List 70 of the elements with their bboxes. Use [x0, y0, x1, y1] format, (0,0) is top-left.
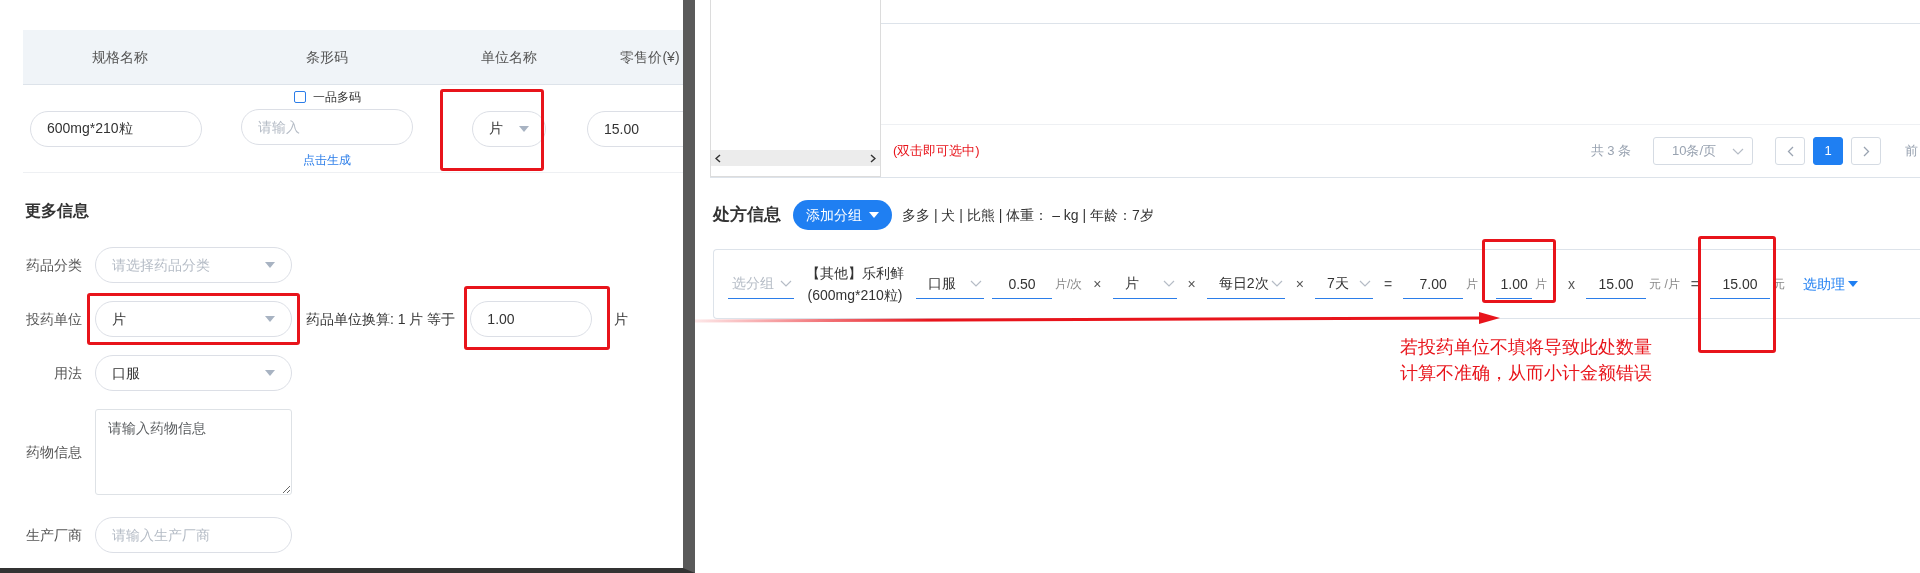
select-field[interactable]: 每日2次 [1206, 269, 1285, 299]
caret-icon [265, 370, 275, 376]
input-field[interactable]: 0.50 [992, 269, 1052, 299]
unit-label: 片 [1535, 276, 1548, 293]
unit-label: 片 [614, 309, 629, 329]
chevron-down-icon [1270, 280, 1283, 287]
input-field[interactable]: 请输入 [241, 109, 413, 146]
operator-sign: × [1295, 274, 1304, 294]
chevron-right-icon [1862, 145, 1870, 157]
select-field[interactable]: 7天 [1314, 269, 1373, 299]
input-field[interactable]: 1.00 [470, 301, 593, 337]
caret-icon [265, 316, 275, 322]
caret-icon [869, 212, 879, 218]
assistant-dropdown-link[interactable]: 选助理 [1802, 273, 1859, 295]
caret-icon [518, 125, 529, 132]
total-count: 共 3 条 [1590, 142, 1631, 161]
chevron-down-icon [1162, 280, 1175, 287]
input-field[interactable]: 15.00 [1586, 269, 1647, 299]
chevron-down-icon [780, 280, 792, 287]
input-field[interactable]: 请输入生产厂商 [95, 517, 292, 553]
scroll-right-icon[interactable] [870, 153, 876, 163]
patient-info: 多多 | 犬 | 比熊 | 体重： – kg | 年龄：7岁 [902, 205, 1154, 225]
scroll-left-icon[interactable] [715, 153, 721, 163]
input-field[interactable]: 7.00 [1403, 269, 1464, 299]
chevron-left-icon [1786, 145, 1794, 157]
horizontal-scrollbar[interactable] [711, 150, 880, 166]
section-title: 更多信息 [25, 201, 90, 221]
caret-icon [265, 262, 275, 268]
operator-sign: = [1383, 274, 1393, 294]
column-header: 规格名称 [91, 47, 149, 67]
conversion-label: 药品单位换算: 1 片 等于 [306, 309, 456, 329]
select-field[interactable]: 口服 [916, 269, 984, 299]
select-field[interactable]: 片 [95, 301, 292, 337]
operator-sign: x [1568, 274, 1576, 294]
pagination-text: 前 [1905, 142, 1918, 161]
column-header: 条形码 [305, 47, 349, 67]
input-field[interactable]: 15.00 [587, 110, 683, 147]
select-field[interactable]: 片 [1112, 269, 1177, 299]
select-field[interactable]: 片 [471, 110, 546, 147]
field-label: 用法 [53, 363, 83, 383]
input-field[interactable]: 1.00 [1496, 269, 1533, 299]
column-header: 单位名称 [479, 47, 538, 67]
unit-label: 片 [1466, 276, 1479, 293]
chevron-down-icon [970, 280, 982, 287]
field-label: 投药单位 [25, 309, 83, 329]
textarea-field[interactable]: 请输入药物信息 [95, 409, 292, 495]
operator-sign: = [1690, 274, 1699, 294]
chevron-down-icon [1358, 280, 1371, 287]
add-group-button[interactable]: 添加分组 [793, 200, 892, 230]
select-field[interactable]: 口服 [95, 355, 292, 391]
page-button[interactable]: 1 [1813, 137, 1843, 165]
annotation-text: 若投药单位不填将导致此处数量 计算不准确，从而小计金额错误 [1400, 336, 1652, 385]
checkbox[interactable] [293, 90, 306, 103]
operator-sign: × [1187, 274, 1196, 294]
caret-icon [1848, 281, 1859, 287]
checkbox-label: 一品多码 [312, 88, 361, 106]
drug-name: 【其他】乐利鲜 (600mg*210粒) [806, 264, 904, 305]
field-label: 生产厂商 [25, 525, 83, 545]
chevron-down-icon [1732, 147, 1744, 155]
input-field[interactable]: 600mg*210粒 [30, 110, 202, 147]
unit-label: 片/次 [1055, 276, 1083, 293]
field-label: 药物信息 [25, 442, 83, 462]
column-header: 零售价(¥) [619, 47, 681, 67]
hint-text: (双击即可选中) [893, 142, 980, 161]
section-title: 处方信息 [713, 204, 781, 227]
operator-sign: × [1093, 274, 1102, 294]
unit-label: 元 /片 [1649, 276, 1680, 293]
field-label: 药品分类 [25, 255, 83, 275]
input-field[interactable]: 15.00 [1709, 269, 1770, 299]
generate-link[interactable]: 点击生成 [303, 151, 351, 170]
